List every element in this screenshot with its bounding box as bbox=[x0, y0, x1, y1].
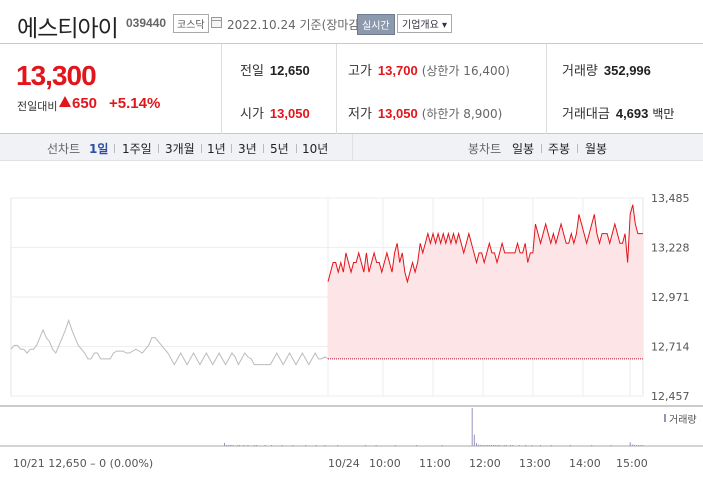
x-tick-label: 10/24 bbox=[328, 457, 360, 470]
period-5y[interactable]: 5년 bbox=[270, 140, 289, 157]
separator bbox=[296, 144, 297, 153]
volume-bars bbox=[224, 408, 644, 446]
period-1w[interactable]: 1주일 bbox=[122, 140, 152, 157]
stat-value: 13,050 bbox=[377, 106, 418, 121]
date-status: 2022.10.24 기준(장마감) bbox=[227, 18, 365, 32]
y-tick-label: 12,971 bbox=[651, 291, 690, 304]
x-tick-label: 12:00 bbox=[469, 457, 501, 470]
stat-value: 4,693 bbox=[615, 106, 649, 121]
separator bbox=[158, 144, 159, 153]
volume-legend-label: 거래량 bbox=[669, 414, 697, 426]
separator bbox=[114, 144, 115, 153]
separator bbox=[577, 144, 578, 153]
current-price: 13,300 bbox=[16, 60, 97, 91]
stat-label: 시가 bbox=[240, 107, 264, 122]
separator bbox=[541, 144, 542, 153]
stat-value: 13,700 bbox=[377, 63, 418, 78]
period-1d[interactable]: 1일 bbox=[89, 140, 108, 157]
y-axis-ticks: 13,485 13,228 12,971 12,714 12,457 bbox=[651, 192, 690, 403]
realtime-button[interactable]: 실시간 bbox=[357, 14, 395, 35]
change-rate: +5.14% bbox=[109, 95, 161, 112]
toolbar-divider bbox=[352, 134, 353, 161]
x-tick-label: 14:00 bbox=[569, 457, 601, 470]
candle-weekly[interactable]: 주봉 bbox=[548, 140, 570, 157]
stat-open: 시가 13,050 bbox=[240, 103, 310, 122]
stat-value: 352,996 bbox=[603, 63, 651, 78]
up-triangle-icon bbox=[59, 96, 71, 107]
stat-label: 전일 bbox=[240, 64, 264, 79]
x-tick-label: 10:00 bbox=[369, 457, 401, 470]
calendar-icon bbox=[211, 17, 222, 28]
separator bbox=[201, 144, 202, 153]
period-1y[interactable]: 1년 bbox=[207, 140, 226, 157]
chart-toolbar: 선차트 1일 1주일 3개월 1년 3년 5년 10년 봉차트 일봉 주봉 월봉 bbox=[0, 134, 703, 161]
stock-header: 에스티아이 039440 코스닥 2022.10.24 기준(장마감) 실시간 … bbox=[0, 0, 703, 44]
candle-chart-label: 봉차트 bbox=[468, 142, 502, 156]
stat-label: 거래대금 bbox=[562, 107, 610, 122]
price-info: 13,300 전일대비 650 +5.14% 전일 12,650 고가 13,700… bbox=[0, 44, 703, 134]
separator bbox=[231, 144, 232, 153]
x-tick-label: 15:00 bbox=[616, 457, 648, 470]
upper-limit: (상한가 16,400) bbox=[421, 64, 510, 78]
x-tick-label: 11:00 bbox=[419, 457, 451, 470]
change-value: 650 bbox=[72, 95, 98, 112]
candle-monthly[interactable]: 월봉 bbox=[585, 140, 607, 157]
stat-label: 고가 bbox=[348, 64, 372, 79]
y-tick-label: 12,457 bbox=[651, 390, 690, 403]
stat-prev-close: 전일 12,650 bbox=[240, 60, 310, 79]
y-tick-label: 13,485 bbox=[651, 192, 690, 205]
amount-unit: 백만 bbox=[652, 107, 675, 121]
prev-day-line bbox=[10, 318, 329, 366]
period-3m[interactable]: 3개월 bbox=[165, 140, 195, 157]
stat-value: 13,050 bbox=[269, 106, 310, 121]
change-label: 전일대비 bbox=[17, 100, 58, 113]
stat-volume: 거래량 352,996 bbox=[562, 60, 651, 79]
price-chart[interactable]: 13,485 13,228 12,971 12,714 12,457 10/24 10:0… bbox=[0, 161, 703, 483]
y-tick-label: 12,714 bbox=[651, 341, 690, 354]
candle-daily[interactable]: 일봉 bbox=[512, 140, 534, 157]
period-10y[interactable]: 10년 bbox=[302, 140, 328, 157]
stat-low: 저가 13,050 (하한가 8,900) bbox=[348, 103, 502, 122]
market-badge: 코스닥 bbox=[173, 14, 209, 33]
stat-amount: 거래대금 4,693 백만 bbox=[562, 103, 674, 122]
current-price-box: 13,300 전일대비 650 +5.14% bbox=[0, 44, 222, 134]
stock-code: 039440 bbox=[126, 16, 167, 30]
x-axis-labels: 10/24 10:00 11:00 12:00 13:00 14:00 15:00 bbox=[328, 457, 648, 470]
divider bbox=[546, 44, 547, 134]
x-tick-label: 13:00 bbox=[519, 457, 551, 470]
volume-legend-icon bbox=[664, 414, 666, 422]
stat-label: 저가 bbox=[348, 107, 372, 122]
company-overview-dropdown[interactable]: 기업개요 ▾ bbox=[397, 14, 452, 33]
separator bbox=[263, 144, 264, 153]
stat-high: 고가 13,700 (상한가 16,400) bbox=[348, 60, 510, 79]
prev-day-summary: 10/21 12,650 – 0 (0.00%) bbox=[13, 457, 153, 470]
stat-label: 거래량 bbox=[562, 64, 598, 79]
y-tick-label: 13,228 bbox=[651, 242, 690, 255]
stock-name: 에스티아이 bbox=[17, 16, 119, 42]
stat-value: 12,650 bbox=[269, 63, 310, 78]
line-chart-label: 선차트 bbox=[47, 142, 81, 156]
divider bbox=[336, 44, 337, 134]
period-3y[interactable]: 3년 bbox=[238, 140, 257, 157]
lower-limit: (하한가 8,900) bbox=[421, 107, 503, 121]
